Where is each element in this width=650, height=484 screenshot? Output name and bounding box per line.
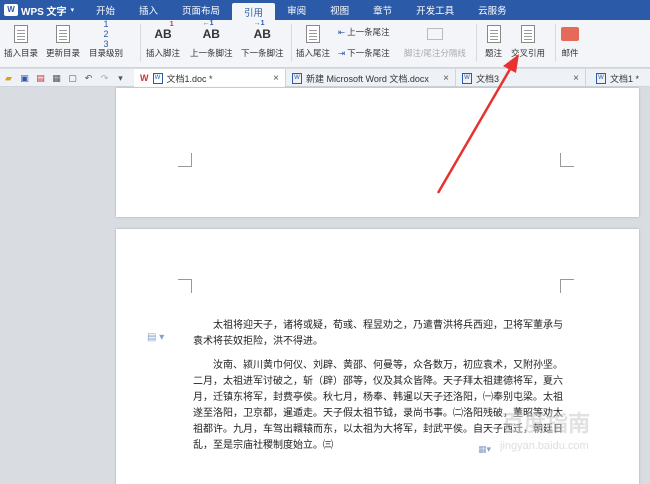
page-1[interactable] xyxy=(116,88,639,217)
insert-footnote-button[interactable]: AB 1 插入脚注 xyxy=(146,21,180,59)
divider xyxy=(555,24,556,62)
update-toc-button[interactable]: 更新目录 xyxy=(46,23,80,59)
app-name: WPS 文字 xyxy=(21,6,67,18)
paste-options-icon[interactable]: ▦▾ xyxy=(478,444,491,455)
prev-footnote-icon: ←1 AB xyxy=(202,20,220,41)
prev-endnote-icon: ⇤ xyxy=(338,26,346,37)
margin-corner xyxy=(560,153,574,167)
menu-tab-developer[interactable]: 开发工具 xyxy=(404,0,466,20)
toc-level-button[interactable]: 123 目录级别 xyxy=(89,19,123,59)
redo-icon[interactable]: ↷ xyxy=(98,72,111,84)
document-icon: W xyxy=(292,72,302,84)
tab-document1[interactable]: W 文档1 * xyxy=(590,69,650,87)
document-icon: W xyxy=(462,72,472,84)
footnote-icon: AB 1 xyxy=(154,21,174,41)
toc-icon xyxy=(14,25,28,43)
separator-line-button[interactable]: 脚注/尾注分隔线 xyxy=(404,23,466,59)
margin-corner xyxy=(178,279,192,293)
menu-tab-insert[interactable]: 插入 xyxy=(127,0,170,20)
cross-reference-button[interactable]: 交叉引用 xyxy=(511,23,545,59)
margin-corner xyxy=(178,153,192,167)
close-icon[interactable]: × xyxy=(573,73,579,84)
close-icon[interactable]: × xyxy=(273,73,279,84)
menu-tab-references[interactable]: 引用 xyxy=(232,3,276,20)
close-icon[interactable]: × xyxy=(443,73,449,84)
separator-line-icon xyxy=(426,28,443,40)
next-footnote-button[interactable]: →1 AB 下一条脚注 xyxy=(241,20,284,59)
menu-tab-layout[interactable]: 页面布局 xyxy=(170,0,232,20)
ribbon-references: 插入目录 更新目录 123 目录级别 AB 1 插入脚注 ←1 AB 上一条脚注 →… xyxy=(0,19,650,68)
print-preview-icon[interactable]: ▢ xyxy=(66,72,79,84)
divider xyxy=(476,24,477,62)
insert-toc-button[interactable]: 插入目录 xyxy=(4,23,38,59)
tab-document3[interactable]: W 文档3 × xyxy=(456,69,586,87)
caption-icon xyxy=(486,25,501,43)
insert-endnote-button[interactable]: 插入尾注 xyxy=(296,23,330,59)
cross-reference-icon xyxy=(521,25,535,43)
watermark: 百度指南 xyxy=(502,411,591,436)
paragraph-1[interactable]: 太祖将迎天子，诸将或疑，荀彧、程昱劝之，乃遣曹洪将兵西迎，卫将军董承与袁术将苌奴… xyxy=(193,318,563,350)
paragraph-layout-icon[interactable]: ▤ ▾ xyxy=(147,332,164,343)
menu-tab-home[interactable]: 开始 xyxy=(84,0,127,20)
watermark-url: jingyan.baidu.com xyxy=(500,440,589,452)
customize-chevron-icon[interactable]: ▾ xyxy=(114,72,127,84)
next-endnote-icon: ⇥ xyxy=(338,47,346,58)
next-footnote-icon: →1 AB xyxy=(253,20,271,41)
wps-logo-icon: W xyxy=(4,4,18,16)
caption-button[interactable]: 题注 xyxy=(485,23,502,59)
divider xyxy=(291,24,292,62)
app-menu-button[interactable]: W WPS 文字 ▾ xyxy=(0,0,80,20)
endnote-icon xyxy=(306,25,320,43)
margin-corner xyxy=(560,279,574,293)
menu-tab-review[interactable]: 审阅 xyxy=(275,0,318,20)
quick-access-toolbar: ▰ ▣ ▤ ▦ ▢ ↶ ↷ ▾ xyxy=(0,72,130,84)
prev-endnote-button[interactable]: ⇤ 上一条尾注 xyxy=(338,26,390,38)
next-endnote-button[interactable]: ⇥ 下一条尾注 xyxy=(338,47,390,59)
export-pdf-icon[interactable]: ▤ xyxy=(34,72,47,84)
list-level-icon: 123 xyxy=(103,19,109,49)
tab-bar: ▰ ▣ ▤ ▦ ▢ ↶ ↷ ▾ W W 文档1.doc * × W 新建 Mic… xyxy=(0,69,650,87)
undo-icon[interactable]: ↶ xyxy=(82,72,95,84)
menu-tab-section[interactable]: 章节 xyxy=(361,0,404,20)
document-icon: W xyxy=(152,72,163,84)
menu-bar: W WPS 文字 ▾ 开始 插入 页面布局 引用 审阅 视图 章节 开发工具 云… xyxy=(0,0,650,20)
tab-document1-doc[interactable]: W W 文档1.doc * × xyxy=(134,69,286,87)
open-folder-icon[interactable]: ▰ xyxy=(2,72,15,84)
mail-icon xyxy=(561,27,579,41)
document-icon: W xyxy=(596,72,606,84)
chevron-down-icon: ▾ xyxy=(70,7,75,14)
mail-button[interactable]: 邮件 xyxy=(561,23,579,59)
print-icon[interactable]: ▦ xyxy=(50,72,63,84)
wps-doc-icon: W xyxy=(140,73,149,83)
divider xyxy=(140,24,141,62)
prev-footnote-button[interactable]: ←1 AB 上一条脚注 xyxy=(190,20,233,59)
menu-tab-view[interactable]: 视图 xyxy=(318,0,361,20)
tab-new-word-docx[interactable]: W 新建 Microsoft Word 文档.docx × xyxy=(286,69,456,87)
save-icon[interactable]: ▣ xyxy=(18,72,31,84)
menu-tab-cloud[interactable]: 云服务 xyxy=(466,0,519,20)
refresh-toc-icon xyxy=(56,25,70,43)
